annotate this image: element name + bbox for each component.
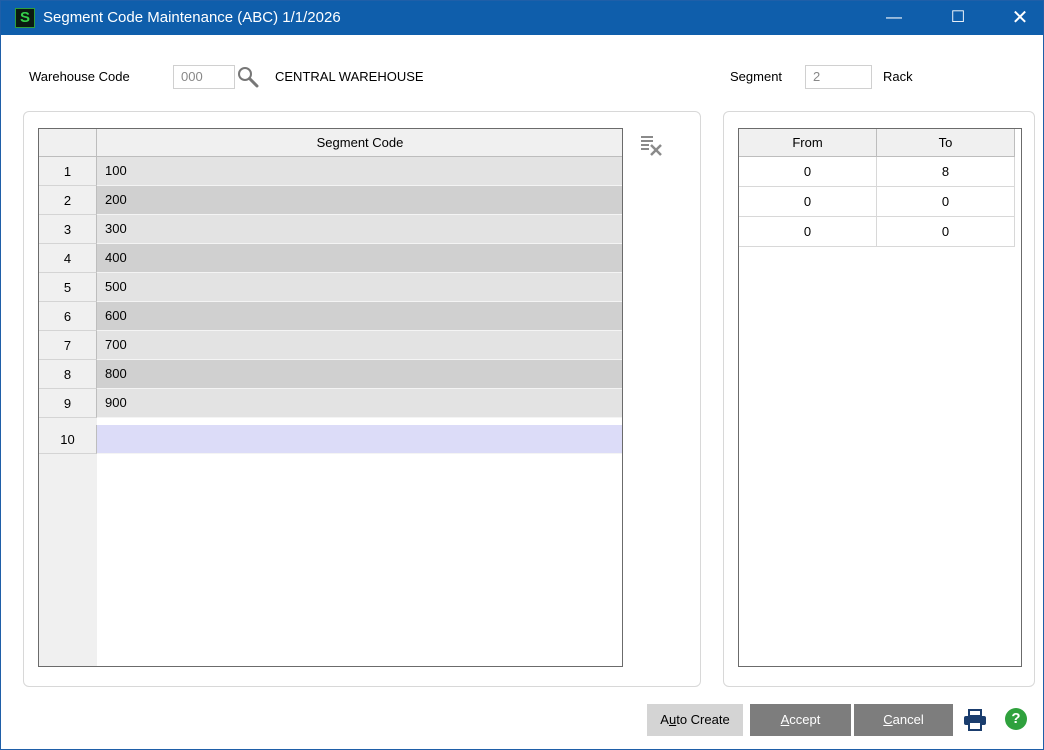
- table-row[interactable]: 8 800: [39, 360, 622, 389]
- segment-code-cell[interactable]: 800: [97, 360, 622, 389]
- warehouse-code-field[interactable]: 000: [173, 65, 235, 89]
- table-row[interactable]: 2 200: [39, 186, 622, 215]
- table-row[interactable]: 3 300: [39, 215, 622, 244]
- warehouse-code-label: Warehouse Code: [29, 69, 130, 84]
- row-number: 5: [39, 273, 97, 302]
- accept-label-accel: A: [780, 712, 790, 727]
- range-row[interactable]: 0 8: [739, 157, 1015, 187]
- row-number: 9: [39, 389, 97, 418]
- title-bar[interactable]: S Segment Code Maintenance (ABC) 1/1/202…: [1, 1, 1043, 35]
- table-row[interactable]: 5 500: [39, 273, 622, 302]
- auto-create-label-end: to Create: [676, 712, 730, 727]
- accept-button[interactable]: Accept: [750, 704, 851, 736]
- segment-field[interactable]: 2: [805, 65, 872, 89]
- magnifier-icon[interactable]: [236, 65, 260, 89]
- minimize-button[interactable]: —: [871, 1, 917, 35]
- table-row[interactable]: 4 400: [39, 244, 622, 273]
- from-cell[interactable]: 0: [739, 217, 877, 247]
- range-row[interactable]: 0 0: [739, 187, 1015, 217]
- help-icon[interactable]: ?: [1005, 708, 1027, 730]
- auto-create-button[interactable]: Auto Create: [647, 704, 743, 736]
- from-header[interactable]: From: [739, 129, 877, 157]
- segment-code-cell[interactable]: 300: [97, 215, 622, 244]
- range-row[interactable]: 0 0: [739, 217, 1015, 247]
- cancel-label-end: ancel: [892, 712, 924, 727]
- row-number: 10: [39, 425, 97, 454]
- to-cell[interactable]: 0: [877, 217, 1015, 247]
- to-cell[interactable]: 8: [877, 157, 1015, 187]
- row-number: 4: [39, 244, 97, 273]
- to-cell[interactable]: 0: [877, 187, 1015, 217]
- table-row[interactable]: 7 700: [39, 331, 622, 360]
- segment-code-cell[interactable]: 500: [97, 273, 622, 302]
- segment-label: Segment: [730, 69, 783, 84]
- row-number: 6: [39, 302, 97, 331]
- from-cell[interactable]: 0: [739, 187, 877, 217]
- segment-code-cell[interactable]: 700: [97, 331, 622, 360]
- table-row[interactable]: 6 600: [39, 302, 622, 331]
- from-cell[interactable]: 0: [739, 157, 877, 187]
- table-row[interactable]: 1 100: [39, 157, 622, 186]
- segment-name: Rack: [883, 69, 913, 84]
- range-grid[interactable]: From To 0 8 0 0 0 0: [738, 128, 1022, 667]
- segment-code-maintenance-window: S Segment Code Maintenance (ABC) 1/1/202…: [0, 0, 1044, 750]
- auto-create-label-start: A: [660, 712, 669, 727]
- app-icon: S: [15, 8, 35, 28]
- segment-code-cell[interactable]: 400: [97, 244, 622, 273]
- row-number-header: [39, 129, 97, 157]
- table-row[interactable]: 9 900: [39, 389, 622, 418]
- row-number: 8: [39, 360, 97, 389]
- segment-code-cell[interactable]: 600: [97, 302, 622, 331]
- printer-icon[interactable]: [963, 709, 987, 731]
- maximize-button[interactable]: ☐: [935, 1, 981, 35]
- segment-code-cell[interactable]: 100: [97, 157, 622, 186]
- warehouse-name: CENTRAL WAREHOUSE: [275, 69, 424, 84]
- row-number: 7: [39, 331, 97, 360]
- window-title: Segment Code Maintenance (ABC) 1/1/2026: [43, 9, 341, 26]
- segment-code-header[interactable]: Segment Code: [97, 129, 622, 157]
- segment-code-cell[interactable]: [97, 425, 622, 454]
- segment-code-grid[interactable]: Segment Code 1 100 2 200 3 300 4 400 5 5…: [38, 128, 623, 667]
- accept-label-end: ccept: [789, 712, 821, 727]
- row-number: 1: [39, 157, 97, 186]
- close-button[interactable]: ✕: [997, 1, 1043, 35]
- cancel-button[interactable]: Cancel: [854, 704, 953, 736]
- table-row-active[interactable]: 10: [39, 425, 622, 454]
- to-header[interactable]: To: [877, 129, 1015, 157]
- segment-code-cell[interactable]: 900: [97, 389, 622, 418]
- row-number: 3: [39, 215, 97, 244]
- cancel-label-accel: C: [883, 712, 893, 727]
- delete-row-icon[interactable]: [639, 133, 665, 159]
- segment-code-cell[interactable]: 200: [97, 186, 622, 215]
- row-number: 2: [39, 186, 97, 215]
